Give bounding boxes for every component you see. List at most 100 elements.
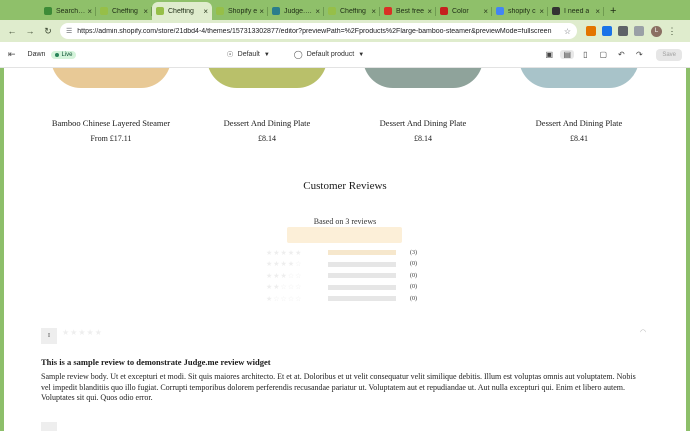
close-icon[interactable]: × [141, 7, 148, 16]
histogram-row[interactable]: ★☆☆☆☆ (0) [266, 293, 436, 305]
inspector-icon[interactable]: ▣ [542, 50, 556, 59]
sidepanel-icon[interactable] [634, 26, 644, 36]
save-button[interactable]: Save [656, 48, 682, 61]
product-price: £8.14 [414, 134, 432, 143]
chevron-down-icon: ▼ [358, 51, 365, 58]
star-rating-icon: ★★☆☆☆ [266, 283, 303, 292]
star-rating-icon: ★★★★★ [266, 248, 303, 257]
browser-tab[interactable]: Shopify e × [212, 2, 268, 20]
write-review-button[interactable] [287, 227, 402, 243]
desktop-view-icon[interactable]: ▤ [560, 50, 575, 59]
mobile-view-icon[interactable]: ▯ [578, 50, 592, 59]
browser-toolbar: ← → ↻ ☰ https://admin.shopify.com/store/… [0, 20, 690, 42]
favicon-icon [44, 7, 52, 15]
browser-tab[interactable]: shopify c × [492, 2, 548, 20]
browser-tab[interactable]: Best free × [380, 2, 436, 20]
tag-icon: ◯ [293, 50, 303, 59]
close-icon[interactable]: × [85, 7, 92, 16]
site-info-icon[interactable]: ☰ [66, 27, 72, 35]
histogram-row[interactable]: ★★★★☆ (0) [266, 259, 436, 271]
browser-tab[interactable]: Cheffing × [152, 2, 212, 20]
template-select-value: Default [237, 51, 260, 58]
undo-icon[interactable]: ↶ [614, 50, 628, 59]
histogram-row[interactable]: ★★★★★ (3) [266, 247, 436, 259]
favicon-icon [272, 7, 280, 15]
more-menu-icon[interactable]: ⋮ [666, 26, 678, 37]
reviewer-avatar [41, 422, 57, 431]
product-title[interactable]: Dessert And Dining Plate [348, 118, 498, 128]
tab-label: Search re [56, 7, 86, 15]
browser-tab[interactable]: Judge.me × [268, 2, 324, 20]
close-icon[interactable]: × [257, 7, 264, 16]
extension-icon[interactable] [602, 26, 612, 36]
live-badge: Live [51, 50, 77, 59]
status-dot-icon [55, 52, 60, 57]
product-title[interactable]: Dessert And Dining Plate [192, 118, 342, 128]
close-icon[interactable]: × [481, 7, 488, 16]
close-icon[interactable]: × [201, 7, 208, 16]
tab-label: I need a [564, 7, 590, 15]
histogram-row[interactable]: ★★★☆☆ (0) [266, 270, 436, 282]
extension-icon[interactable] [586, 26, 596, 36]
histogram-count: (0) [410, 272, 417, 279]
favicon-icon [156, 7, 164, 15]
histogram-bar [328, 296, 396, 302]
product-image[interactable] [363, 68, 483, 88]
template-select[interactable]: ☉ Default ▼ [226, 50, 269, 59]
review-body: Sample review body. Ut et excepturi et m… [41, 372, 636, 402]
new-tab-icon[interactable]: + [610, 5, 616, 17]
chevron-down-icon: ▼ [263, 51, 270, 58]
profile-avatar[interactable]: L [651, 25, 662, 37]
histogram-count: (3) [410, 249, 417, 256]
close-icon[interactable]: × [537, 7, 544, 16]
reload-icon[interactable]: ↻ [42, 26, 54, 37]
exit-icon[interactable]: ⇤ [8, 49, 16, 60]
editor-actions: ▣ ▤ ▯ ▢ ↶ ↷ Save [538, 48, 682, 61]
browser-tab[interactable]: Search re × [40, 2, 96, 20]
fullscreen-icon[interactable]: ▢ [596, 50, 610, 59]
favicon-icon [440, 7, 448, 15]
reviews-summary: Based on 3 reviews [313, 217, 377, 226]
close-icon[interactable]: × [425, 7, 432, 16]
product-image[interactable] [51, 68, 171, 88]
related-products: Bamboo Chinese Layered Steamer From £17.1… [4, 68, 686, 148]
puzzle-icon[interactable] [618, 26, 628, 36]
globe-icon: ☉ [226, 50, 234, 59]
product-select[interactable]: ◯ Default product ▼ [294, 50, 364, 59]
favicon-icon [328, 7, 336, 15]
histogram-bar [328, 284, 396, 290]
url-text[interactable]: https://admin.shopify.com/store/21dbd4-4… [77, 28, 560, 35]
browser-tab[interactable]: Cheffing × [324, 2, 380, 20]
theme-name: Dawn [27, 51, 46, 58]
back-arrow-icon[interactable]: ← [6, 26, 18, 36]
histogram-bar [328, 261, 396, 267]
redo-icon[interactable]: ↷ [632, 50, 646, 59]
favicon-icon [100, 7, 108, 15]
bookmark-star-icon[interactable]: ☆ [564, 27, 571, 36]
product-title[interactable]: Bamboo Chinese Layered Steamer [36, 118, 186, 128]
tab-label: Color [452, 7, 469, 15]
tab-label: Shopify e [228, 7, 258, 15]
browser-tab[interactable]: Color × [436, 2, 492, 20]
forward-arrow-icon[interactable]: → [24, 26, 36, 36]
product-price: £8.41 [570, 134, 588, 143]
histogram-bar [328, 250, 396, 256]
browser-tab-strip: Search re × Cheffing × Cheffing × Shopify e × Ju… [0, 0, 690, 20]
browser-tab[interactable]: Cheffing × [96, 2, 152, 20]
product-title[interactable]: Dessert And Dining Plate [504, 118, 654, 128]
product-image[interactable] [519, 68, 639, 88]
product-image[interactable] [207, 68, 327, 88]
product-select-value: Default product [306, 51, 355, 58]
favicon-icon [216, 7, 224, 15]
close-icon[interactable]: × [593, 7, 600, 16]
address-bar[interactable]: ☰ https://admin.shopify.com/store/21dbd4… [60, 23, 577, 39]
close-icon[interactable]: × [313, 7, 320, 16]
tab-label: shopify c [508, 7, 536, 15]
histogram-row[interactable]: ★★☆☆☆ (0) [266, 282, 436, 294]
tab-label: Cheffing [168, 7, 194, 15]
tab-label: Best free [396, 7, 425, 15]
review-title: This is a sample review to demonstrate J… [41, 357, 271, 367]
close-icon[interactable]: × [369, 7, 376, 16]
review-stars: ★★★★★ [62, 328, 103, 337]
browser-tab[interactable]: I need a × [548, 2, 604, 20]
